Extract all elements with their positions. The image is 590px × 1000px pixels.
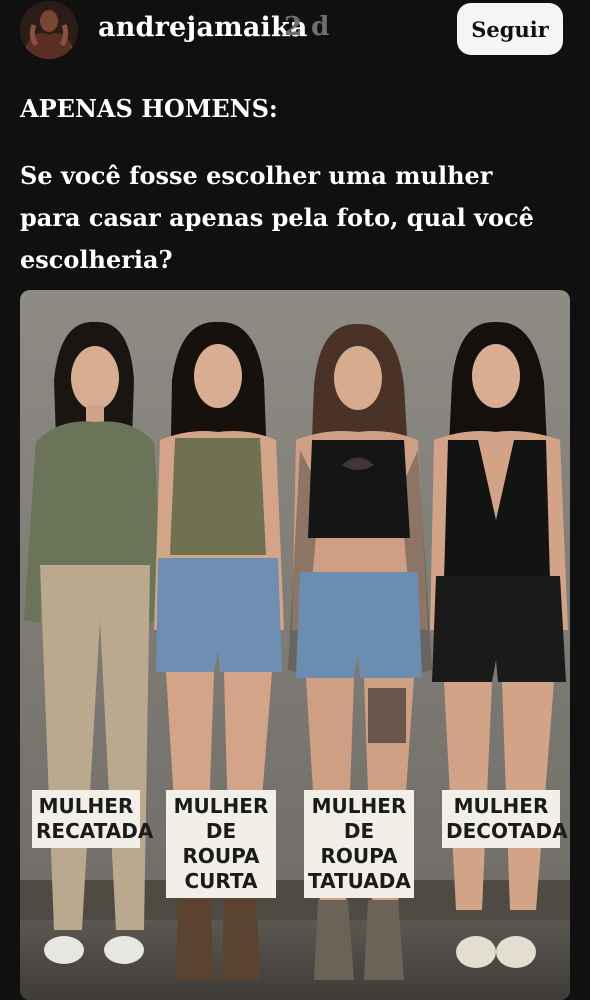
follow-button[interactable]: Seguir: [457, 3, 563, 55]
image-label-1: MULHER RECATADA: [32, 790, 153, 848]
post-header: andrejamaika 2 d Seguir: [0, 0, 590, 64]
post-image[interactable]: MULHER RECATADA MULHER DE ROUPA CURTA MU…: [20, 290, 570, 1000]
post-title: APENAS HOMENS:: [20, 94, 278, 123]
image-label-4: MULHER DECOTADA: [442, 790, 568, 848]
post-caption: APENAS HOMENS: Se você fosse escolher um…: [20, 88, 560, 281]
photo-illustration: [20, 290, 570, 1000]
post-question: Se você fosse escolher uma mulher para c…: [20, 161, 534, 274]
image-label-3: MULHER DE ROUPA TATUADA: [304, 790, 414, 898]
post-timestamp: 2 d: [284, 12, 330, 42]
username[interactable]: andrejamaika: [98, 12, 308, 43]
avatar[interactable]: [20, 1, 78, 59]
image-label-2: MULHER DE ROUPA CURTA: [166, 790, 276, 898]
